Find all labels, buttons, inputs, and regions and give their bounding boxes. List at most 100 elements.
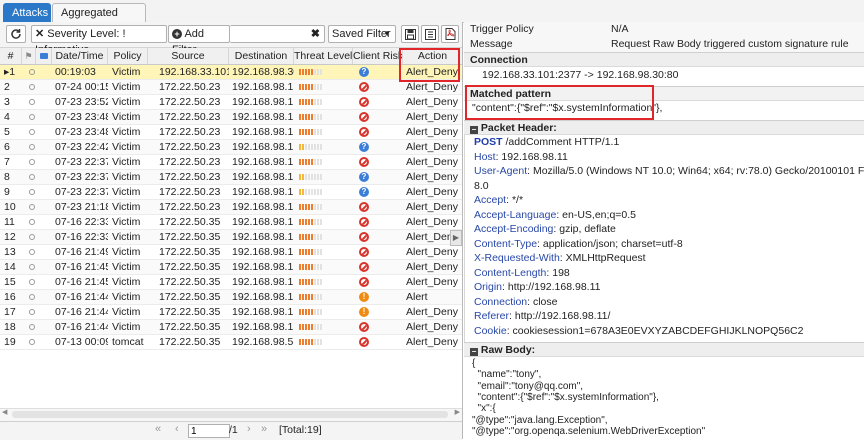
saved-filter-dropdown[interactable]: Saved Filter ▼ bbox=[328, 25, 396, 43]
collapse-icon[interactable]: − bbox=[470, 348, 478, 356]
close-icon[interactable]: ✕ bbox=[35, 28, 44, 40]
collapse-icon[interactable]: − bbox=[470, 126, 478, 134]
scrollbar-thumb[interactable] bbox=[12, 411, 448, 418]
table-row[interactable]: ▸1 00:19:03 Victim 192.168.33.101 192.168.98… bbox=[0, 65, 462, 80]
threat-bar-segment bbox=[308, 324, 310, 330]
col-client-risk[interactable]: Client Risk bbox=[353, 48, 403, 64]
threat-bar-segment bbox=[302, 159, 304, 165]
header-key: Host bbox=[474, 150, 496, 163]
table-row[interactable]: 15 07-16 21:45 Victim 172.22.50.35 192.168.9… bbox=[0, 275, 462, 290]
row-destination: 192.168.98.1 bbox=[232, 201, 294, 213]
table-row[interactable]: 9 07-23 22:37 Victim 172.22.50.23 192.168.98… bbox=[0, 185, 462, 200]
threat-bar-segment bbox=[308, 279, 310, 285]
raw-body-line: "x":{ bbox=[472, 403, 496, 415]
row-number: 2 bbox=[4, 81, 10, 93]
tab-aggregated-attacks[interactable]: Aggregated Attacks bbox=[52, 3, 146, 38]
table-row[interactable]: 8 07-23 22:37 Victim 172.22.50.23 192.168.98… bbox=[0, 170, 462, 185]
flag-marker-icon[interactable] bbox=[29, 204, 35, 210]
flag-marker-icon[interactable] bbox=[29, 174, 35, 180]
threat-bar-segment bbox=[320, 144, 322, 150]
table-row[interactable]: 2 07-24 00:15 Victim 172.22.50.23 192.168.98… bbox=[0, 80, 462, 95]
row-source: 172.22.50.35 bbox=[159, 216, 221, 228]
col-threat-level[interactable]: Threat Level bbox=[294, 48, 353, 64]
scroll-left-icon[interactable]: ◀ bbox=[2, 408, 7, 416]
save-button[interactable] bbox=[401, 25, 419, 43]
flag-marker-icon[interactable] bbox=[29, 69, 35, 75]
flag-marker-icon[interactable] bbox=[29, 234, 35, 240]
table-row[interactable]: 12 07-16 22:33 Victim 172.22.50.35 192.168.9… bbox=[0, 230, 462, 245]
flag-marker-icon[interactable] bbox=[29, 159, 35, 165]
table-row[interactable]: 5 07-23 23:48 Victim 172.22.50.23 192.168.98… bbox=[0, 125, 462, 140]
col-source[interactable]: Source bbox=[148, 48, 229, 64]
table-row[interactable]: 3 07-23 23:52 Victim 172.22.50.23 192.168.98… bbox=[0, 95, 462, 110]
clear-filter-icon[interactable]: ✖ bbox=[311, 26, 320, 42]
refresh-button[interactable] bbox=[6, 25, 26, 43]
threat-bar-segment bbox=[320, 189, 322, 195]
raw-body-toggle[interactable]: − Raw Body: bbox=[464, 342, 864, 357]
flag-marker-icon[interactable] bbox=[29, 264, 35, 270]
flag-marker-icon[interactable] bbox=[29, 294, 35, 300]
threat-bar-segment bbox=[320, 84, 322, 90]
connection-value: 192.168.33.101:2377 -> 192.168.98.30:80 bbox=[482, 69, 679, 81]
block-icon bbox=[359, 337, 369, 347]
page-number-input[interactable] bbox=[188, 424, 230, 438]
col-number[interactable]: # bbox=[0, 48, 22, 64]
flag-marker-icon[interactable] bbox=[29, 324, 35, 330]
next-page-icon[interactable]: › bbox=[247, 423, 251, 435]
last-page-icon[interactable]: » bbox=[261, 423, 267, 435]
table-row[interactable]: 13 07-16 21:49 Victim 172.22.50.35 192.168.9… bbox=[0, 245, 462, 260]
flag-marker-icon[interactable] bbox=[29, 144, 35, 150]
row-source: 192.168.33.101 bbox=[159, 66, 229, 78]
add-filter-button[interactable]: + Add Filter bbox=[168, 25, 230, 56]
scroll-right-icon[interactable]: ▶ bbox=[455, 408, 460, 416]
pdf-button[interactable] bbox=[441, 25, 459, 43]
packet-header-toggle[interactable]: − Packet Header: bbox=[464, 120, 864, 135]
flag-marker-icon[interactable] bbox=[29, 279, 35, 285]
table-row[interactable]: 11 07-16 22:33 Victim 172.22.50.35 192.168.9… bbox=[0, 215, 462, 230]
table-row[interactable]: 4 07-23 23:48 Victim 172.22.50.23 192.168.98… bbox=[0, 110, 462, 125]
export-button[interactable] bbox=[421, 25, 439, 43]
row-number: 6 bbox=[4, 141, 10, 153]
flag-marker-icon[interactable] bbox=[29, 129, 35, 135]
filter-input[interactable]: ✖ bbox=[230, 25, 325, 43]
flag-marker-icon[interactable] bbox=[29, 114, 35, 120]
table-row[interactable]: 6 07-23 22:42 Victim 172.22.50.23 192.168.98… bbox=[0, 140, 462, 155]
table-row[interactable]: 14 07-16 21:45 Victim 172.22.50.35 192.168.9… bbox=[0, 260, 462, 275]
collapse-handle[interactable]: ▶ bbox=[450, 230, 462, 246]
table-row[interactable]: 16 07-16 21:44 Victim 172.22.50.35 192.168.9… bbox=[0, 290, 462, 305]
flag-marker-icon[interactable] bbox=[29, 84, 35, 90]
row-date-time: 07-23 22:42 bbox=[55, 141, 108, 153]
flag-marker-icon[interactable] bbox=[29, 249, 35, 255]
severity-filter-chip[interactable]: ✕ Severity Level: ! Informative bbox=[31, 25, 167, 56]
col-date-time[interactable]: Date/Time bbox=[52, 48, 108, 64]
table-row[interactable]: 17 07-16 21:44 Victim 172.22.50.35 192.168.9… bbox=[0, 305, 462, 320]
raw-body-line: "content":{"$ref":"$x.systemInformation"… bbox=[472, 391, 659, 403]
row-source: 172.22.50.35 bbox=[159, 276, 221, 288]
flag-marker-icon[interactable] bbox=[29, 189, 35, 195]
threat-bar-segment bbox=[317, 219, 319, 225]
threat-bar-segment bbox=[314, 294, 316, 300]
row-date-time: 07-23 23:48 bbox=[55, 126, 108, 138]
table-row[interactable]: 19 07-13 00:09 tomcat 172.22.50.35 192.168.9… bbox=[0, 335, 462, 350]
threat-bar-segment bbox=[314, 234, 316, 240]
col-destination[interactable]: Destination bbox=[229, 48, 294, 64]
table-row[interactable]: 7 07-23 22:37 Victim 172.22.50.23 192.168.98… bbox=[0, 155, 462, 170]
flag-marker-icon[interactable] bbox=[29, 309, 35, 315]
flag-marker-icon[interactable] bbox=[29, 339, 35, 345]
table-row[interactable]: 10 07-23 21:18 Victim 172.22.50.23 192.168.9… bbox=[0, 200, 462, 215]
col-flag[interactable]: ⚑ bbox=[22, 48, 36, 64]
first-page-icon[interactable]: « bbox=[155, 423, 161, 435]
col-policy[interactable]: Policy bbox=[108, 48, 148, 64]
header-value: : close bbox=[527, 295, 558, 308]
row-policy: Victim bbox=[112, 216, 141, 228]
col-comment[interactable] bbox=[36, 48, 52, 64]
horizontal-scrollbar[interactable]: ◀ ▶ bbox=[0, 408, 462, 421]
threat-bar-segment bbox=[311, 294, 313, 300]
flag-marker-icon[interactable] bbox=[29, 99, 35, 105]
prev-page-icon[interactable]: ‹ bbox=[175, 423, 179, 435]
tab-attacks[interactable]: Attacks bbox=[3, 3, 51, 22]
row-source: 172.22.50.23 bbox=[159, 141, 221, 153]
flag-marker-icon[interactable] bbox=[29, 219, 35, 225]
table-row[interactable]: 18 07-16 21:44 Victim 172.22.50.35 192.168.9… bbox=[0, 320, 462, 335]
header-line: Origin: http://192.168.98.11 bbox=[474, 280, 600, 295]
